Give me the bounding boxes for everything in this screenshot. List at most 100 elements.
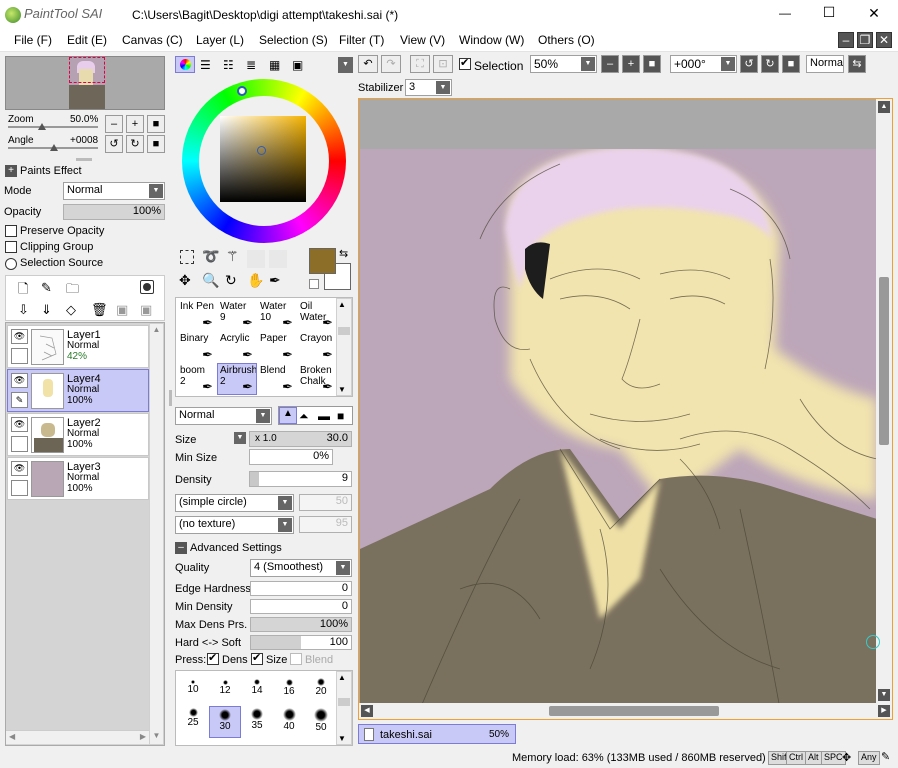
saturation-value-square[interactable] — [220, 116, 306, 202]
canvas-rotate-right-button[interactable]: ↻ — [761, 55, 779, 73]
canvas-zoom-out-button[interactable]: – — [601, 55, 619, 73]
new-linework-layer-icon[interactable]: ✎ — [41, 280, 52, 296]
tool-preset[interactable]: Water 9 ✒ — [217, 299, 257, 331]
stabilizer-select[interactable]: 3 ▼ — [405, 79, 452, 96]
panel-splitter[interactable] — [76, 158, 92, 161]
doc-restore-button[interactable]: ❐ — [857, 32, 873, 48]
tool-preset[interactable]: Water 10 ✒ — [257, 299, 297, 331]
doc-close-button[interactable]: ✕ — [876, 32, 892, 48]
size-mult-arrow[interactable]: ▼ — [234, 432, 246, 444]
edge-hardness-slider[interactable]: 0 — [250, 581, 352, 596]
canvas-zoom-in-button[interactable]: + — [622, 55, 640, 73]
canvas-rotate-reset-button[interactable]: ■ — [782, 55, 800, 73]
blend-mode-select[interactable]: Normal ▼ — [63, 182, 165, 200]
tool-preset[interactable]: boom 2 ✒ — [177, 363, 217, 395]
advanced-settings-toggle[interactable]: – — [175, 542, 187, 554]
paints-effect-toggle[interactable]: + — [5, 165, 17, 177]
layer-row[interactable]: 👁 Layer1 Normal 42% — [7, 325, 149, 368]
brush-size-preset[interactable]: 12 — [209, 672, 241, 704]
layer-list-hscroll[interactable]: ◀ ▶ — [6, 730, 149, 744]
tool-preset[interactable]: Binary ✒ — [177, 331, 217, 363]
angle-slider-thumb[interactable] — [50, 144, 58, 151]
min-size-slider[interactable]: 0% — [249, 449, 333, 465]
canvas-rotate-left-button[interactable]: ↺ — [740, 55, 758, 73]
delete-mask-icon[interactable]: ▣ — [140, 302, 152, 318]
canvas-zoom-reset-button[interactable]: ■ — [643, 55, 661, 73]
hand-icon[interactable]: ✋ — [247, 272, 264, 289]
angle-slider[interactable] — [8, 144, 98, 151]
brush-size-preset[interactable]: 14 — [241, 672, 273, 704]
rgb-slider-tab[interactable]: ☰ — [200, 58, 211, 72]
hue-cursor[interactable] — [237, 86, 247, 96]
transparent-color-icon[interactable] — [309, 279, 319, 289]
zoom-slider-thumb[interactable] — [38, 123, 46, 130]
hard-soft-slider[interactable]: 100 — [250, 635, 352, 650]
menu-edit[interactable]: Edit (E) — [67, 33, 107, 47]
move-icon[interactable]: ✥ — [179, 272, 191, 289]
canvas-vscroll-thumb[interactable] — [879, 277, 889, 445]
menu-selection[interactable]: Selection (S) — [259, 33, 328, 47]
menu-layer[interactable]: Layer (L) — [196, 33, 244, 47]
navigator-preview[interactable] — [5, 56, 165, 110]
layer-row[interactable]: 👁 Layer3 Normal 100% — [7, 457, 149, 500]
max-dens-slider[interactable]: 100% — [250, 617, 352, 632]
brush-size-preset[interactable]: 50 — [305, 706, 337, 738]
color-wheel[interactable] — [182, 79, 346, 243]
tool-preset[interactable]: Crayon ✒ — [297, 331, 337, 363]
doc-minimize-button[interactable]: – — [838, 32, 854, 48]
brush-texture-select[interactable]: (no texture) ▼ — [175, 516, 294, 534]
density-slider[interactable]: 9 — [249, 471, 352, 487]
canvas-hscroll-thumb[interactable] — [549, 706, 719, 716]
delete-layer-icon[interactable]: 🗑 — [91, 302, 108, 318]
invert-selection-button[interactable]: ⊡ — [433, 55, 453, 73]
merge-down-icon[interactable]: ⇓ — [41, 302, 52, 318]
tool-preset[interactable]: Airbrush 2 ✒ — [217, 363, 257, 395]
selection-source-radio[interactable] — [5, 258, 17, 270]
press-size-checkbox[interactable] — [251, 651, 263, 665]
artwork[interactable] — [360, 149, 877, 709]
brush-size-preset[interactable]: 10 — [177, 672, 209, 704]
scratchpad-tab[interactable]: ▣ — [292, 58, 303, 72]
zoom-in-button[interactable]: + — [126, 115, 144, 133]
tool-preset[interactable]: Acrylic ✒ — [217, 331, 257, 363]
menu-file[interactable]: File (F) — [14, 33, 52, 47]
tool-panel-scrollbar[interactable]: ▲ ▼ — [336, 298, 352, 396]
layer-mask-icon[interactable] — [140, 280, 154, 294]
tool-preset[interactable]: Paper ✒ — [257, 331, 297, 363]
preserve-opacity-checkbox[interactable] — [5, 225, 17, 237]
redo-button[interactable]: ↷ — [381, 55, 401, 73]
canvas-viewport[interactable]: ▲ ▼ ◀ ▶ — [358, 98, 893, 720]
magic-wand-icon[interactable]: ⚚ — [226, 248, 239, 265]
canvas-vscrollbar[interactable]: ▲ ▼ — [876, 99, 892, 703]
layer-list-scrollbar[interactable]: ▲ ▼ — [149, 323, 164, 745]
maximize-button[interactable]: ☐ — [819, 4, 839, 21]
tool-preset[interactable]: Oil Water ✒ — [297, 299, 337, 331]
eye-icon[interactable]: 👁 — [11, 373, 28, 388]
press-dens-checkbox[interactable] — [207, 651, 219, 665]
canvas-angle-select[interactable]: +000° ▼ — [670, 55, 737, 73]
document-tab[interactable]: takeshi.sai 50% — [358, 724, 516, 744]
close-button[interactable]: ✕ — [864, 5, 884, 22]
user-swatches-tab[interactable]: ▦ — [269, 58, 280, 72]
hsv-slider-tab[interactable]: ☷ — [223, 58, 234, 72]
presets-scrollbar[interactable]: ▲ ▼ — [336, 671, 352, 745]
transfer-down-icon[interactable]: ⇩ — [18, 302, 29, 318]
new-layer-icon[interactable]: 🗋 — [18, 280, 28, 302]
press-blend-checkbox[interactable] — [290, 653, 302, 665]
layer-lock-toggle[interactable] — [11, 348, 28, 364]
deselect-button[interactable]: ⛶ — [410, 55, 430, 73]
brush-shape-select[interactable]: (simple circle) ▼ — [175, 494, 294, 512]
selection-checkbox[interactable] — [459, 56, 471, 70]
layer-row[interactable]: 👁 Layer2 Normal 100% — [7, 413, 149, 456]
eyedropper-icon[interactable]: ✒ — [269, 272, 281, 289]
rotate-reset-button[interactable]: ■ — [147, 135, 165, 153]
brush-shape-sharp[interactable]: ▲ — [279, 407, 297, 424]
color-wheel-tab[interactable] — [175, 56, 195, 73]
apply-mask-icon[interactable]: ▣ — [116, 302, 128, 318]
zoom-reset-button[interactable]: ■ — [147, 115, 165, 133]
layer-row[interactable]: 👁 ✎ Layer4 Normal 100% — [7, 369, 149, 412]
eye-icon[interactable]: 👁 — [11, 329, 28, 344]
zoom-out-button[interactable]: – — [105, 115, 123, 133]
new-folder-icon[interactable]: 🗀 — [66, 280, 79, 302]
canvas-zoom-select[interactable]: 50% ▼ — [530, 55, 597, 73]
